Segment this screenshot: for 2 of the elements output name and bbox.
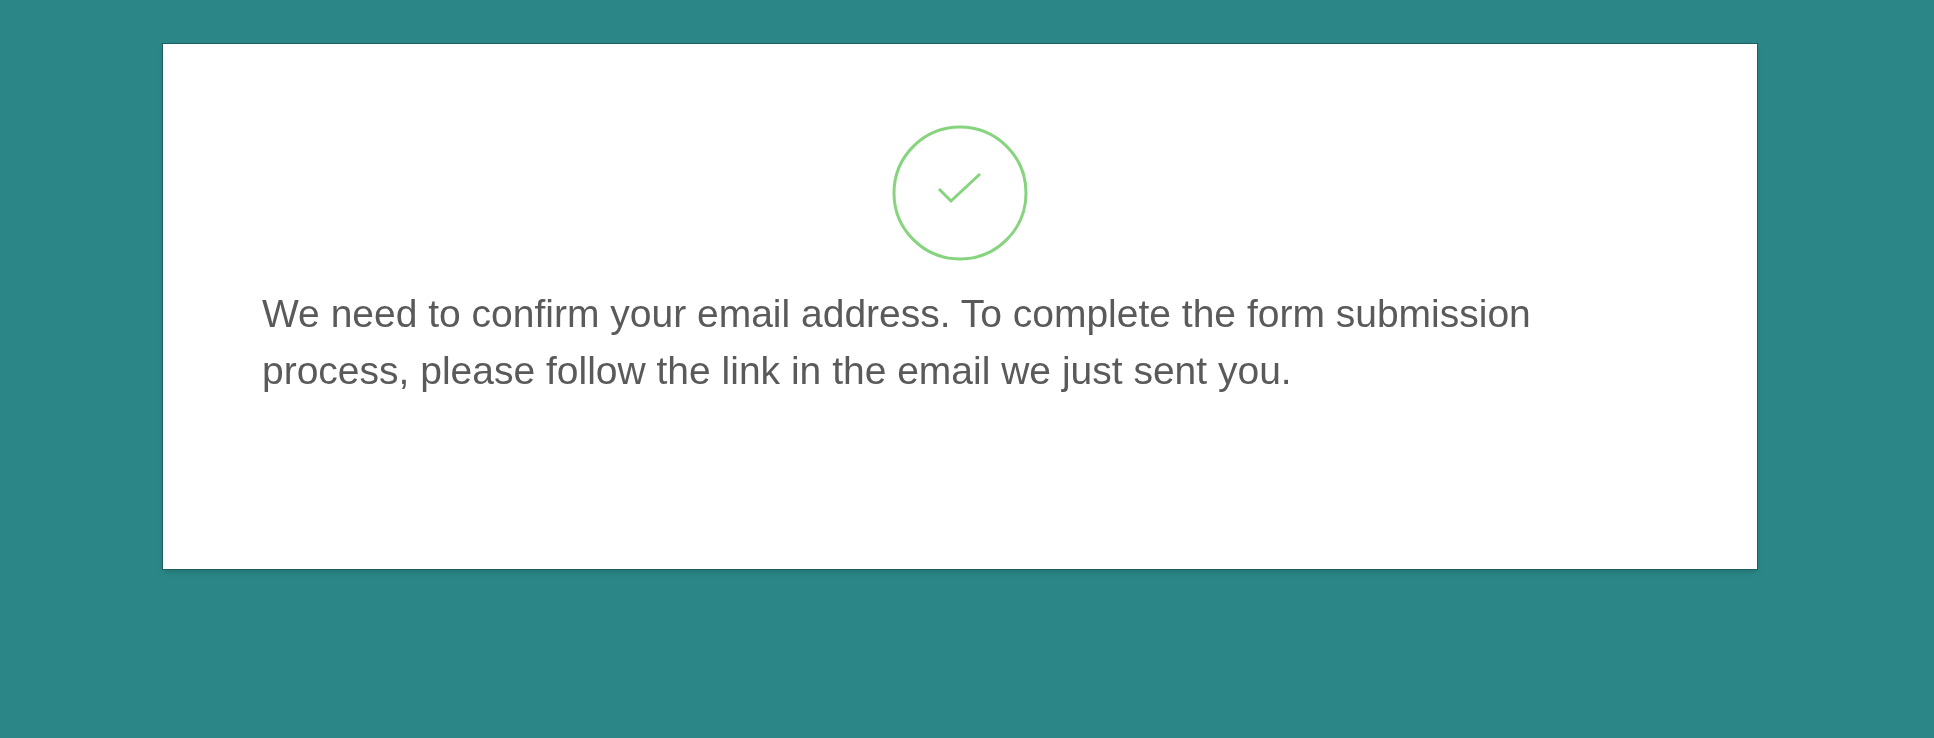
confirmation-message: We need to confirm your email address. To complete the form submission process, please follow the link in the email we just sent you.: [262, 291, 1532, 394]
check-circle-icon: [892, 125, 1028, 261]
